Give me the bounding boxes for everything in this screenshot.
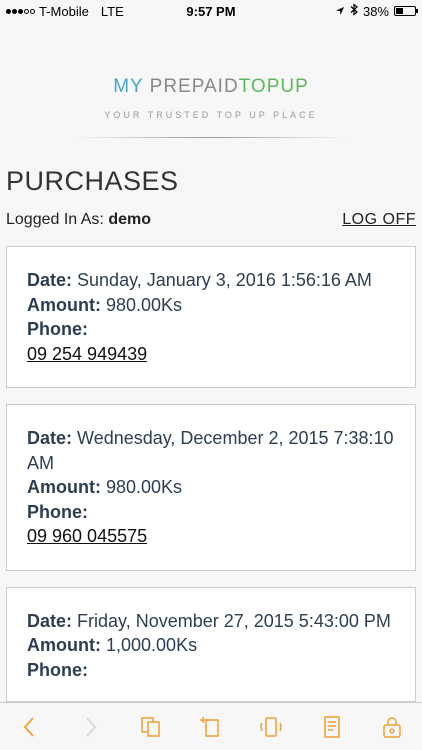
battery-icon <box>394 6 418 16</box>
date-label: Date: <box>27 610 73 631</box>
login-row: Logged In As: demo LOG OFF <box>6 211 416 229</box>
purchase-date: Friday, November 27, 2015 5:43:00 PM <box>77 610 391 631</box>
battery-percent: 38% <box>362 3 389 19</box>
status-bar: T-Mobile LTE 9:57 PM 38% <box>0 0 422 22</box>
location-arrow-icon <box>335 4 345 19</box>
amount-label: Amount: <box>27 477 101 497</box>
brand-word-my: MY <box>113 76 144 97</box>
brand-tagline: YOUR TRUSTED TOP UP PLACE <box>104 110 318 120</box>
browser-toolbar <box>0 702 422 750</box>
status-left: T-Mobile LTE <box>6 4 124 19</box>
pages-icon[interactable] <box>135 711 167 743</box>
brand-word-prepaid: PREPAID <box>149 76 239 97</box>
phone-label: Phone: <box>27 659 88 680</box>
new-tab-icon[interactable] <box>195 711 227 743</box>
purchase-date-row: Date: Wednesday, December 2, 2015 7:38:1… <box>27 426 395 475</box>
forward-icon[interactable] <box>74 711 106 743</box>
brand-divider <box>76 137 346 138</box>
phone-link[interactable]: 09 960 045575 <box>27 526 147 546</box>
date-label: Date: <box>27 270 73 290</box>
purchase-date: Sunday, January 3, 2016 1:56:16 AM <box>77 270 372 290</box>
battery-fill <box>396 8 403 14</box>
status-right: 38% <box>335 3 418 19</box>
purchase-amount-row: Amount: 980.00Ks <box>27 293 395 318</box>
purchase-amount: 980.00Ks <box>106 477 183 497</box>
rotate-icon[interactable] <box>255 711 287 743</box>
login-username: demo <box>108 211 151 228</box>
logoff-link[interactable]: LOG OFF <box>342 211 416 229</box>
purchase-card: Date: Wednesday, December 2, 2015 7:38:1… <box>6 404 416 571</box>
purchase-amount: 1,000.00Ks <box>106 635 198 655</box>
signal-strength-icon <box>6 8 35 14</box>
purchase-date-row: Date: Sunday, January 3, 2016 1:56:16 AM <box>27 268 395 293</box>
carrier-name: T-Mobile <box>39 3 89 19</box>
login-label: Logged In As: <box>6 211 104 228</box>
amount-label: Amount: <box>27 294 101 315</box>
purchase-amount-row: Amount: 980.00Ks <box>27 475 395 500</box>
phone-link[interactable]: 09 254 949439 <box>27 344 147 364</box>
purchase-date: Wednesday, December 2, 2015 7:38:10 AM <box>27 428 394 473</box>
reader-icon[interactable] <box>316 711 348 743</box>
purchase-card: Date: Sunday, January 3, 2016 1:56:16 AM… <box>6 246 416 388</box>
back-icon[interactable] <box>14 711 46 743</box>
phone-label: Phone: <box>27 501 88 522</box>
brand-header: MY PREPAIDTOPUP YOUR TRUSTED TOP UP PLAC… <box>0 76 422 138</box>
purchase-date-row: Date: Friday, November 27, 2015 5:43:00 … <box>27 609 395 634</box>
brand-logo: MY PREPAIDTOPUP <box>0 76 422 98</box>
network-type: LTE <box>100 3 124 19</box>
lock-icon[interactable] <box>376 711 408 743</box>
brand-word-topup: TOPUP <box>238 76 309 97</box>
phone-label: Phone: <box>27 319 88 339</box>
page-title: PURCHASES <box>6 166 179 196</box>
purchase-amount: 980.00Ks <box>106 294 183 315</box>
purchase-card: Date: Friday, November 27, 2015 5:43:00 … <box>6 586 416 702</box>
amount-label: Amount: <box>27 635 101 655</box>
bluetooth-icon <box>350 3 358 19</box>
purchase-amount-row: Amount: 1,000.00Ks <box>27 633 395 658</box>
login-status: Logged In As: demo <box>6 211 151 229</box>
date-label: Date: <box>27 428 73 448</box>
purchase-list: Date: Sunday, January 3, 2016 1:56:16 AM… <box>0 246 422 702</box>
